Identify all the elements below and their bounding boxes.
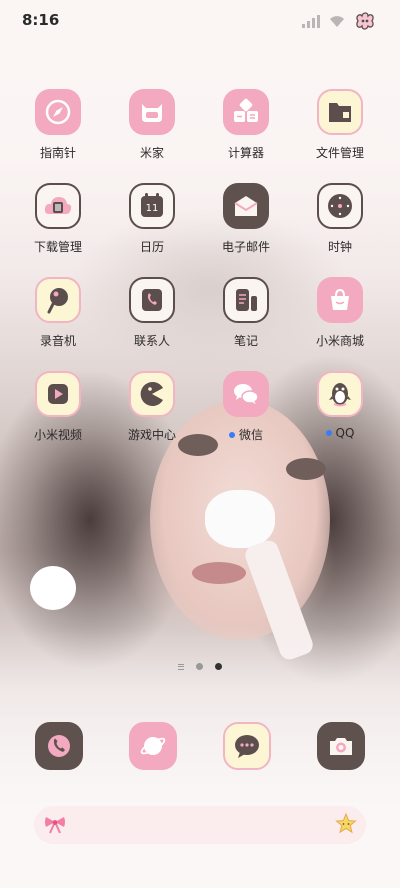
compass-icon — [35, 89, 81, 135]
app-qq[interactable]: QQ — [294, 371, 386, 440]
status-time: 8:16 — [22, 11, 60, 29]
dock-browser[interactable] — [129, 722, 177, 770]
calculator-icon — [223, 89, 269, 135]
folder-icon — [317, 89, 363, 135]
wallpaper-mouth — [192, 562, 246, 584]
browser-planet-icon — [140, 737, 166, 755]
wallpaper-bunny — [30, 566, 76, 610]
app-label: 电子邮件 — [221, 240, 270, 254]
star-icon — [335, 812, 357, 834]
app-label: 笔记 — [233, 334, 258, 348]
app-mi-store[interactable]: 小米商城 — [294, 277, 386, 349]
page-dot-active — [215, 663, 222, 670]
envelope-icon — [223, 183, 269, 229]
signal-icon — [302, 14, 320, 28]
phone-icon — [48, 735, 70, 757]
calendar-icon: 11 — [129, 183, 175, 229]
page-dot — [196, 663, 203, 670]
microphone-icon — [35, 277, 81, 323]
app-notes[interactable]: 笔记 — [200, 277, 292, 349]
new-notification-dot — [325, 429, 332, 436]
app-mijia[interactable]: 米家 — [106, 89, 198, 161]
app-label-text: QQ — [335, 426, 355, 440]
camera-icon — [330, 738, 352, 755]
page-indicator[interactable] — [0, 663, 400, 670]
status-bar: 8:16 — [0, 0, 400, 40]
pacman-icon — [129, 371, 175, 417]
bow-icon — [45, 817, 65, 834]
app-label: 联系人 — [133, 334, 170, 348]
app-label: 日历 — [139, 240, 164, 254]
app-label: 下载管理 — [33, 240, 82, 254]
new-notification-dot — [228, 431, 235, 438]
dock-camera[interactable] — [317, 722, 365, 770]
wechat-icon — [223, 371, 269, 417]
play-icon — [35, 371, 81, 417]
dock-messages[interactable] — [223, 722, 271, 770]
qq-penguin-icon — [317, 371, 363, 417]
app-email[interactable]: 电子邮件 — [200, 183, 292, 255]
status-icons — [302, 12, 376, 30]
clock-icon — [317, 183, 363, 229]
notes-icon — [223, 277, 269, 323]
app-game-center[interactable]: 游戏中心 — [106, 371, 198, 443]
mijia-cat-icon — [129, 89, 175, 135]
app-calculator[interactable]: 计算器 — [200, 89, 292, 161]
app-label-text: 微信 — [238, 428, 263, 442]
dock-phone[interactable] — [35, 722, 83, 770]
contact-phone-icon — [129, 277, 175, 323]
app-label: 小米商城 — [315, 334, 364, 348]
app-label: 时钟 — [327, 240, 352, 254]
download-cloud-icon — [35, 183, 81, 229]
app-label: 游戏中心 — [127, 428, 176, 442]
wallpaper-eye — [286, 458, 326, 480]
app-label: 计算器 — [227, 146, 264, 160]
search-bar[interactable] — [34, 806, 366, 844]
app-label: 指南针 — [39, 146, 76, 160]
app-download-manager[interactable]: 下载管理 — [12, 183, 104, 255]
app-label: 录音机 — [39, 334, 76, 348]
app-label: 小米视频 — [33, 428, 82, 442]
app-calendar[interactable]: 11 日历 — [106, 183, 198, 255]
app-contacts[interactable]: 联系人 — [106, 277, 198, 349]
app-compass[interactable]: 指南针 — [12, 89, 104, 161]
app-recorder[interactable]: 录音机 — [12, 277, 104, 349]
app-label: 米家 — [139, 146, 164, 160]
app-label: 微信 — [200, 426, 292, 443]
battery-flower-icon — [356, 12, 374, 30]
message-bubble-icon — [235, 735, 259, 758]
wifi-icon — [330, 15, 344, 27]
minus-one-screen-icon — [178, 663, 184, 670]
app-file-manager[interactable]: 文件管理 — [294, 89, 386, 161]
app-label: 文件管理 — [315, 146, 364, 160]
shopping-bag-icon — [317, 277, 363, 323]
calendar-day: 11 — [145, 203, 159, 214]
app-label: QQ — [294, 426, 386, 440]
app-clock[interactable]: 时钟 — [294, 183, 386, 255]
wallpaper-kitty — [205, 490, 275, 548]
app-mi-video[interactable]: 小米视频 — [12, 371, 104, 443]
app-wechat[interactable]: 微信 — [200, 371, 292, 443]
